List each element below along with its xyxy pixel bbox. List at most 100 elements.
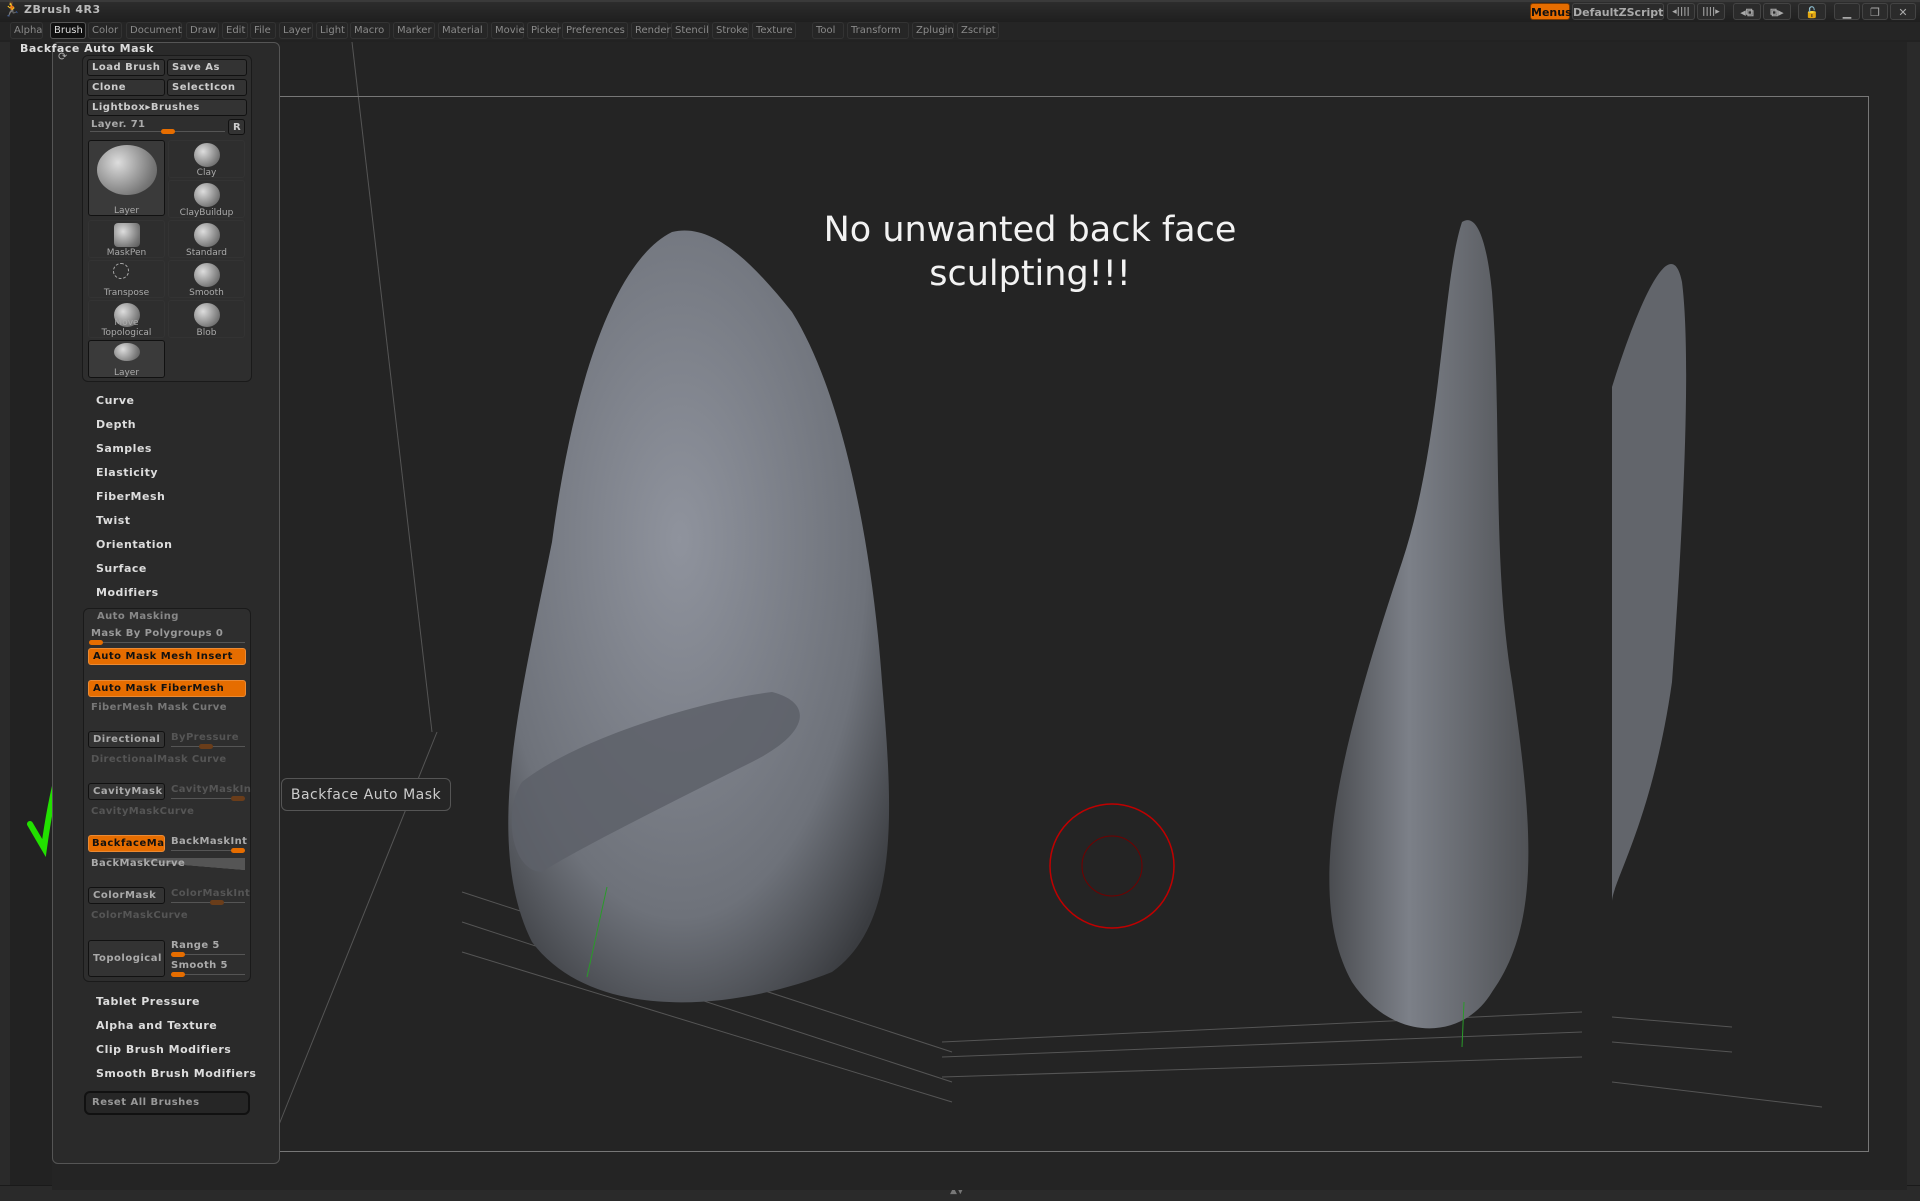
headline-line-2: sculpting!!! [929,254,1131,294]
brush-slider-track[interactable] [90,131,225,132]
brush-move-topological[interactable]: Move Topological [88,300,165,338]
brush-transpose[interactable]: Transpose [88,260,165,298]
menu-marker[interactable]: Marker [393,22,435,39]
section-samples[interactable]: Samples [96,442,152,455]
menu-alpha[interactable]: Alpha [10,22,43,39]
backface-mask-toggle[interactable]: BackfaceMas [88,835,165,852]
section-elasticity[interactable]: Elasticity [96,466,158,479]
save-as-button[interactable]: Save As [167,59,247,76]
smooth-knob[interactable] [171,972,185,977]
menu-stencil[interactable]: Stencil [671,22,709,39]
auto-mask-mesh-insert-toggle[interactable]: Auto Mask Mesh Insert [88,648,246,665]
menu-macro[interactable]: Macro [350,22,390,39]
layer-brush-icon [113,343,140,361]
color-mask-curve[interactable]: ColorMaskCurve [91,910,188,921]
brush-name: Smooth [189,288,224,298]
brush-layer-selected[interactable]: Layer [88,140,165,216]
menu-document[interactable]: Document [126,22,182,39]
layout-next-icon[interactable]: ⧉▸ [1763,3,1791,20]
lightbox-brushes-button[interactable]: Lightbox▸Brushes [87,99,247,116]
clone-button[interactable]: Clone [87,79,165,96]
menu-zplugin[interactable]: Zplugin [912,22,954,39]
menu-draw[interactable]: Draw [186,22,219,39]
section-modifiers[interactable]: Modifiers [96,586,159,599]
color-mask-int-track[interactable] [171,902,245,903]
right-shelf[interactable] [1905,42,1920,1190]
reset-all-brushes-button[interactable]: Reset All Brushes [84,1091,250,1115]
directional-toggle[interactable]: Directional [88,731,165,748]
section-surface[interactable]: Surface [96,562,147,575]
directional-mask-curve[interactable]: DirectionalMask Curve [91,754,227,765]
load-brush-button[interactable]: Load Brush [87,59,165,76]
select-icon-button[interactable]: SelectIcon [167,79,247,96]
section-clip-brush-modifiers[interactable]: Clip Brush Modifiers [96,1043,231,1056]
mask-by-polygroups-track[interactable] [90,642,245,643]
brush-name: Layer [113,206,140,216]
restore-icon[interactable]: ❐ [1862,3,1888,20]
layout-prev-icon[interactable]: ◂⧉ [1733,3,1761,20]
annotation-headline: No unwanted back face sculpting!!! [780,208,1280,296]
lock-icon[interactable]: 🔓 [1798,3,1826,20]
brush-slider-knob[interactable] [161,129,175,134]
auto-masking-title[interactable]: Auto Masking [97,611,179,622]
section-twist[interactable]: Twist [96,514,131,527]
menu-movie[interactable]: Movie [491,22,525,39]
section-tablet-pressure[interactable]: Tablet Pressure [96,995,200,1008]
section-alpha-and-texture[interactable]: Alpha and Texture [96,1019,217,1032]
cavity-mask-int-knob[interactable] [231,796,245,801]
back-mask-int-knob[interactable] [231,848,245,853]
menu-material[interactable]: Material [438,22,488,39]
menu-color[interactable]: Color [88,22,122,39]
brush-standard[interactable]: Standard [168,220,245,258]
scroll-left-icon[interactable]: ◂|||| [1667,3,1695,20]
auto-mask-fibermesh-toggle[interactable]: Auto Mask FiberMesh [88,680,246,697]
color-mask-int-knob[interactable] [210,900,224,905]
menu-texture[interactable]: Texture [752,22,796,39]
brush-name: Layer [113,368,140,378]
r-button[interactable]: R [228,119,245,135]
cavity-mask-toggle[interactable]: CavityMask [88,783,165,800]
menu-render[interactable]: Render [631,22,671,39]
mask-by-polygroups-knob[interactable] [89,640,103,645]
brush-maskpen[interactable]: MaskPen [88,220,165,258]
scroll-right-icon[interactable]: ||||▸ [1697,3,1725,20]
menus-button[interactable]: Menus [1530,3,1572,20]
left-shelf[interactable] [0,42,10,1190]
brush-blob[interactable]: Blob [168,300,245,338]
section-depth[interactable]: Depth [96,418,136,431]
menu-stroke[interactable]: Stroke [712,22,749,39]
topological-toggle[interactable]: Topological [88,940,165,977]
menu-tool[interactable]: Tool [812,22,844,39]
brush-smooth[interactable]: Smooth [168,260,245,298]
cavity-mask-curve[interactable]: CavityMaskCurve [91,806,194,817]
minimize-icon[interactable]: ▁ [1834,3,1860,20]
menu-brush[interactable]: Brush [50,22,86,39]
section-smooth-brush-modifiers[interactable]: Smooth Brush Modifiers [96,1067,256,1080]
menu-light[interactable]: Light [316,22,348,39]
brush-layer-recent[interactable]: Layer [88,340,165,378]
menu-layer[interactable]: Layer [279,22,313,39]
fibermesh-mask-curve[interactable]: FiberMesh Mask Curve [91,702,227,713]
title-bar: 🏃 ZBrush 4R3 Menus DefaultZScript ◂|||| … [0,0,1920,22]
color-mask-toggle[interactable]: ColorMask [88,887,165,904]
section-fibermesh[interactable]: FiberMesh [96,490,165,503]
close-icon[interactable]: ✕ [1890,3,1916,20]
back-mask-curve[interactable]: BackMaskCurve [91,858,185,869]
default-zscript-button[interactable]: DefaultZScript [1572,3,1664,20]
menu-preferences[interactable]: Preferences [562,22,628,39]
backface-auto-mask-tooltip: Backface Auto Mask [281,778,451,811]
palette-title: Backface Auto Mask [20,42,154,55]
brush-claybuildup[interactable]: ClayBuildup [168,180,245,218]
by-pressure-knob[interactable] [199,744,213,749]
menu-file[interactable]: File [250,22,276,39]
refresh-icon[interactable]: ⟳ [58,50,67,63]
section-orientation[interactable]: Orientation [96,538,172,551]
menu-edit[interactable]: Edit [222,22,248,39]
section-curve[interactable]: Curve [96,394,134,407]
menu-zscript[interactable]: Zscript [957,22,999,39]
brush-clay[interactable]: Clay [168,140,245,178]
range-knob[interactable] [171,952,185,957]
layer-brush-icon [96,145,157,195]
menu-transform[interactable]: Transform [847,22,909,39]
menu-picker[interactable]: Picker [527,22,561,39]
